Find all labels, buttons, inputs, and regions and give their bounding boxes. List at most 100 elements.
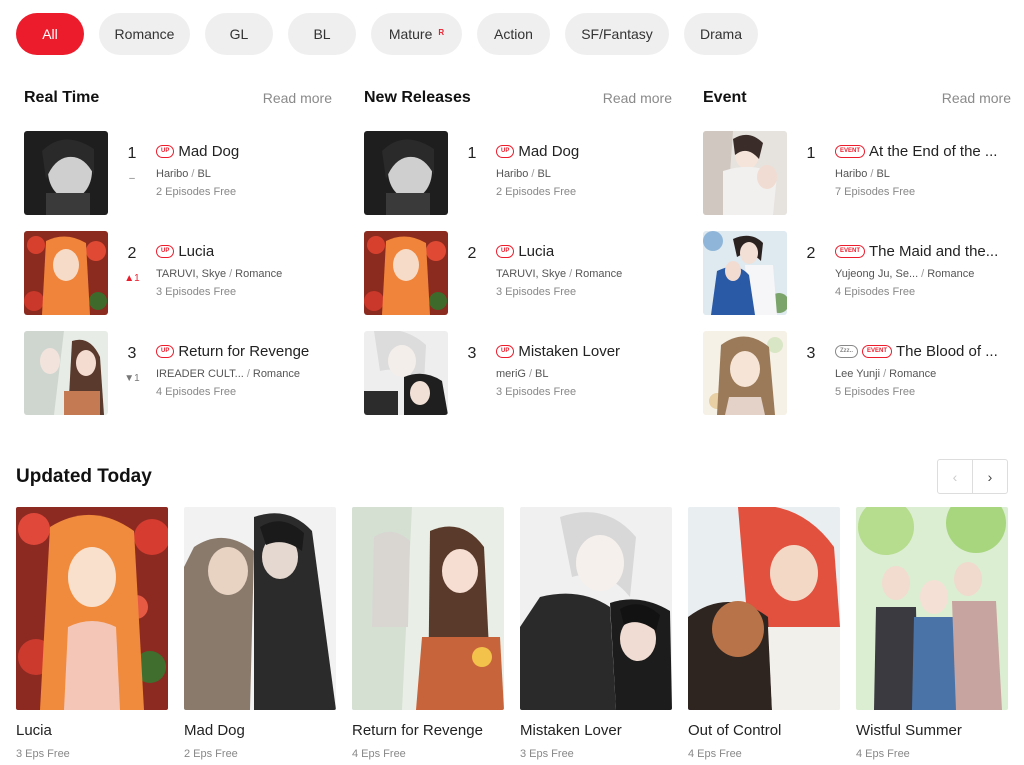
series-meta: Yujeong Ju, Se... / Romance [835,268,975,280]
author: meriG [496,368,526,380]
series-title: The Blood of ... [896,342,998,360]
series-card[interactable]: Wistful Summer 4 Eps Free [856,507,1008,760]
series-meta: IREADER CULT... / Romance [156,368,300,380]
ranking-item[interactable]: 1 – UP Mad Dog Haribo / BL 2 Episodes Free [24,131,334,215]
mature-badge: R [438,27,445,37]
author: TARUVI, Skye [496,268,567,280]
rank-change: ▲1 [124,273,140,284]
cover-thumbnail [364,231,448,315]
card-title: Mad Dog [184,722,245,739]
ranking-item[interactable]: 2 EVENT The Maid and the... Yujeong Ju, S… [703,231,1013,315]
genre-chip-bl[interactable]: BL [288,13,356,55]
series-title: Mistaken Lover [518,342,621,360]
read-more-link[interactable]: Read more [263,90,332,106]
rank-number: 3 [806,345,816,362]
ranking-column-event: Event Read more 1 EVENT At the End of the… [695,88,1011,415]
rank-change: ▼1 [124,373,140,384]
series-meta: TARUVI, Skye / Romance [156,268,283,280]
genre: BL [537,168,551,180]
rank-number: 1 [806,145,816,162]
ranking-item[interactable]: 3 UP Mistaken Lover meriG / BL 3 Episodes F… [364,331,674,415]
cover-thumbnail [703,131,787,215]
chevron-right-icon: › [987,468,993,485]
column-title: Event [703,89,747,106]
series-card[interactable]: Mistaken Lover 3 Eps Free [520,507,672,760]
series-title: Mad Dog [178,142,240,160]
ranking-item[interactable]: 3 ▼1 UP Return for Revenge IREADER CULT..… [24,331,334,415]
read-more-link[interactable]: Read more [942,90,1011,106]
series-card[interactable]: Mad Dog 2 Eps Free [184,507,336,760]
event-badge-icon: EVENT [862,344,893,358]
free-episodes: 3 Episodes Free [156,286,237,298]
zzz-badge-icon: Zzz.. [835,344,858,358]
genre: Romance [927,268,975,280]
card-free-episodes: 3 Eps Free [16,748,70,760]
series-meta: Haribo / BL [496,168,551,180]
free-episodes: 3 Episodes Free [496,386,577,398]
chip-label: Mature [388,26,433,42]
ranking-item[interactable]: 2 UP Lucia TARUVI, Skye / Romance 3 Episode… [364,231,674,315]
up-badge-icon: UP [496,244,515,258]
free-episodes: 2 Episodes Free [156,186,237,198]
series-card[interactable]: Return for Revenge 4 Eps Free [352,507,504,760]
free-episodes: 7 Episodes Free [835,186,916,198]
author: Haribo [156,168,189,180]
rank-number: 3 [127,345,137,362]
cover-thumbnail [24,231,108,315]
cover-image [520,507,672,710]
ranking-column-real-time: Real Time Read more 1 – UP Mad Dog Haribo… [16,88,332,415]
cover-thumbnail [24,331,108,415]
series-meta: Haribo / BL [156,168,211,180]
rank-number: 2 [467,245,477,262]
ranking-item[interactable]: 3 Zzz.. EVENT The Blood of ... Lee Yunji / R… [703,331,1013,415]
rank-number: 2 [127,245,137,262]
series-meta: Lee Yunji / Romance [835,368,937,380]
series-card[interactable]: Lucia 3 Eps Free [16,507,168,760]
genre-chip-gl[interactable]: GL [205,13,273,55]
ranking-item[interactable]: 2 ▲1 UP Lucia TARUVI, Skye / Romance 3 Epis… [24,231,334,315]
genre-chip-romance[interactable]: Romance [99,13,190,55]
up-badge-icon: UP [156,144,175,158]
series-title: Return for Revenge [178,342,310,360]
series-card[interactable]: Out of Control 4 Eps Free [688,507,840,760]
author: TARUVI, Skye [156,268,227,280]
genre-chip-sf-fantasy[interactable]: SF/Fantasy [565,13,669,55]
carousel-next-button[interactable]: › [972,459,1008,494]
genre-chip-mature[interactable]: Mature R [371,13,462,55]
author: IREADER CULT... [156,368,244,380]
ranking-column-new-releases: New Releases Read more 1 UP Mad Dog Harib… [356,88,672,415]
chevron-left-icon: ‹ [952,468,958,485]
cover-image [16,507,168,710]
free-episodes: 4 Episodes Free [156,386,237,398]
genre-chip-action[interactable]: Action [477,13,550,55]
column-title: New Releases [364,89,471,106]
carousel-prev-button[interactable]: ‹ [937,459,973,494]
rank-number: 3 [467,345,477,362]
card-free-episodes: 4 Eps Free [688,748,742,760]
cover-thumbnail [703,231,787,315]
rank-change: – [129,173,135,184]
card-title: Out of Control [688,722,782,739]
genre-chip-all[interactable]: All [16,13,84,55]
card-free-episodes: 4 Eps Free [352,748,406,760]
cover-thumbnail [703,331,787,415]
column-header: Event Read more [703,88,1011,108]
ranking-item[interactable]: 1 UP Mad Dog Haribo / BL 2 Episodes Free [364,131,674,215]
series-title: Lucia [518,242,555,260]
author: Haribo [496,168,529,180]
rank-number: 1 [467,145,477,162]
genre: Romance [889,368,937,380]
genre: BL [535,368,549,380]
event-badge-icon: EVENT [835,144,866,158]
column-header: Real Time Read more [24,88,332,108]
free-episodes: 3 Episodes Free [496,286,577,298]
chip-label: All [42,26,58,42]
series-title: At the End of the ... [869,142,998,160]
cover-image [856,507,1008,710]
ranking-item[interactable]: 1 EVENT At the End of the ... Haribo / BL 7… [703,131,1013,215]
section-title-updated-today: Updated Today [16,466,152,487]
read-more-link[interactable]: Read more [603,90,672,106]
genre-chip-drama[interactable]: Drama [684,13,758,55]
series-title: Lucia [178,242,215,260]
free-episodes: 4 Episodes Free [835,286,916,298]
